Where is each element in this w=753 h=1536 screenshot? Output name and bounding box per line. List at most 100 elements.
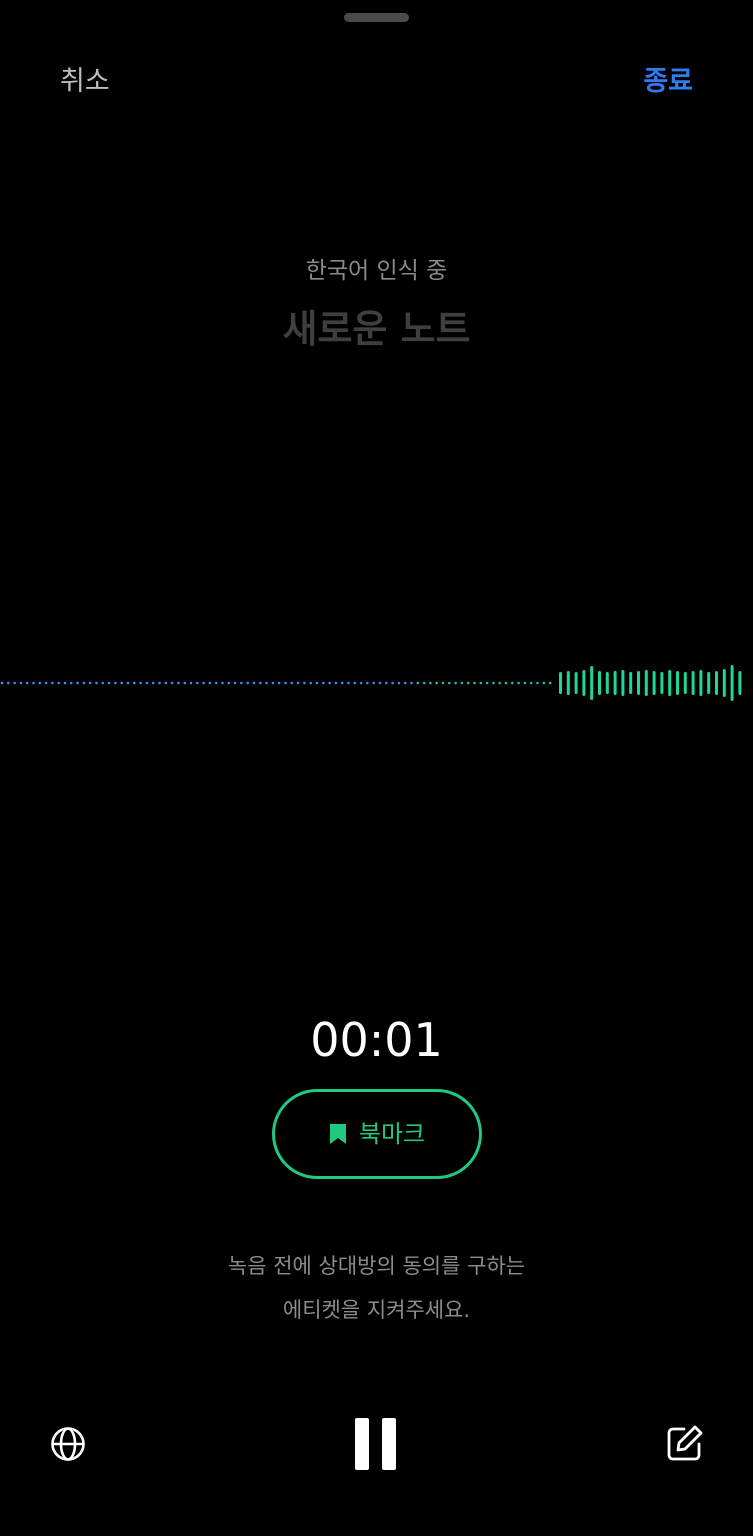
waveform-dot <box>164 681 168 685</box>
waveform-dot <box>133 681 136 685</box>
waveform-dot <box>19 681 23 685</box>
waveform-dot <box>95 681 98 685</box>
waveform-dot <box>126 681 130 685</box>
waveform-dot <box>529 681 533 685</box>
pause-icon[interactable] <box>355 1418 397 1470</box>
notice-line-1: 녹음 전에 상대방의 동의를 구하는 <box>227 1254 526 1278</box>
waveform-dot <box>542 681 546 685</box>
waveform-dot <box>422 681 426 685</box>
waveform-dot <box>548 681 552 685</box>
waveform-dot <box>120 681 123 685</box>
waveform-dot <box>214 681 218 685</box>
bookmark-button[interactable]: 북마크 <box>272 1089 482 1179</box>
waveform-dot <box>410 681 413 685</box>
waveform-bar <box>668 670 672 696</box>
waveform-dot <box>359 681 363 685</box>
waveform-dot <box>441 681 445 685</box>
audio-waveform <box>0 665 742 701</box>
waveform-dot <box>271 681 275 685</box>
waveform-bar <box>629 672 633 694</box>
waveform-dot <box>485 681 489 685</box>
waveform-dot <box>416 681 420 685</box>
waveform-dot <box>265 681 268 685</box>
waveform-dot <box>322 681 325 685</box>
waveform-dot <box>0 681 4 685</box>
waveform-dot <box>448 681 451 685</box>
cancel-button[interactable]: 취소 <box>60 62 110 102</box>
waveform-dot <box>492 681 495 685</box>
waveform-dot <box>240 681 243 685</box>
waveform-bar <box>644 670 648 696</box>
waveform-dot <box>372 681 376 685</box>
waveform-dot <box>378 681 382 685</box>
waveform-bar <box>566 671 570 695</box>
recording-etiquette-notice: 녹음 전에 상대방의 동의를 구하는 에티켓을 지켜주세요. <box>0 1244 753 1332</box>
waveform-bar <box>574 672 578 694</box>
finish-button[interactable]: 종료 <box>643 62 693 102</box>
elapsed-timer: 00:01 <box>310 1013 443 1067</box>
waveform-dot <box>366 681 369 685</box>
waveform-bar <box>660 672 664 694</box>
waveform-dot <box>76 681 79 685</box>
waveform-dot <box>183 681 186 685</box>
waveform-bar <box>621 670 625 696</box>
waveform-dot <box>473 681 476 685</box>
waveform-dot <box>221 681 224 685</box>
waveform-dot <box>158 681 161 685</box>
waveform-elapsed-dots <box>0 681 552 685</box>
globe-icon[interactable] <box>50 1426 86 1462</box>
waveform-bar <box>637 671 640 695</box>
waveform-dot <box>170 681 174 685</box>
waveform-dot <box>347 681 350 685</box>
waveform-dot <box>101 681 105 685</box>
waveform-bar <box>652 671 656 695</box>
waveform-dot <box>479 681 483 685</box>
waveform-dot <box>315 681 319 685</box>
waveform-dot <box>536 681 539 685</box>
waveform-dot <box>397 681 401 685</box>
waveform-bar <box>582 670 586 696</box>
waveform-bar <box>699 670 703 696</box>
waveform-dot <box>466 681 470 685</box>
waveform-dot <box>38 681 42 685</box>
waveform-dot <box>227 681 231 685</box>
waveform-dot <box>504 681 508 685</box>
waveform-bar <box>707 672 711 694</box>
waveform-bar <box>722 669 726 697</box>
edit-icon[interactable] <box>666 1424 704 1462</box>
waveform-dot <box>7 681 10 685</box>
waveform-bar <box>605 672 609 694</box>
waveform-dot <box>277 681 281 685</box>
waveform-dot <box>303 681 306 685</box>
waveform-dot <box>13 681 16 685</box>
waveform-dot <box>246 681 249 685</box>
waveform-dot <box>511 681 514 685</box>
waveform-dot <box>385 681 388 685</box>
waveform-bar <box>559 672 562 694</box>
sheet-grabber-handle[interactable] <box>344 13 409 22</box>
waveform-dot <box>82 681 86 685</box>
waveform-dot <box>290 681 294 685</box>
waveform-dot <box>189 681 193 685</box>
waveform-dot <box>309 681 313 685</box>
waveform-dot <box>208 681 212 685</box>
waveform-dot <box>523 681 527 685</box>
waveform-dot <box>517 681 520 685</box>
waveform-dot <box>139 681 142 685</box>
waveform-dot <box>107 681 111 685</box>
waveform-dot <box>435 681 439 685</box>
recognition-status: 한국어 인식 중 <box>305 258 448 284</box>
bookmark-label: 북마크 <box>358 1120 426 1148</box>
waveform-bar <box>730 665 734 701</box>
waveform-dot <box>460 681 464 685</box>
waveform-dot <box>44 681 48 685</box>
waveform-bar <box>676 671 679 695</box>
waveform-dot <box>151 681 155 685</box>
notice-line-2: 에티켓을 지켜주세요. <box>282 1298 471 1322</box>
waveform-dot <box>177 681 180 685</box>
waveform-dot <box>25 681 29 685</box>
waveform-dot <box>196 681 199 685</box>
note-title: 새로운 노트 <box>282 307 471 351</box>
waveform-bar <box>613 671 617 695</box>
waveform-dot <box>32 681 35 685</box>
